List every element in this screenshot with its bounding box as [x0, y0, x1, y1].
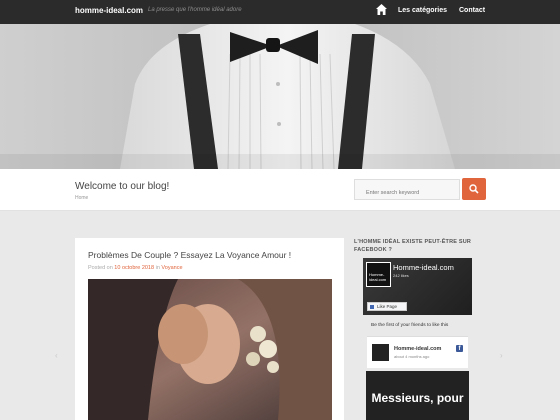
welcome-band: Welcome to our blog! Home [0, 169, 560, 211]
home-icon[interactable] [376, 4, 387, 16]
fb-like-label: Like Page [377, 304, 398, 309]
post-meta-prefix: Posted on [88, 265, 115, 271]
facebook-widget: Homme-ideal.com Homme-ideal.com 242 like… [363, 258, 472, 420]
couple-photo [88, 279, 332, 420]
hero-banner [0, 24, 560, 169]
slider-prev-arrow[interactable]: ‹ [55, 351, 58, 360]
fb-friends-text: Be the first of your friends to like thi… [371, 323, 449, 328]
page-title: Welcome to our blog! [75, 181, 170, 192]
fb-page-name[interactable]: Homme-ideal.com [393, 263, 454, 272]
fb-like-button[interactable]: Like Page [367, 302, 407, 311]
nav-contact[interactable]: Contact [459, 7, 485, 14]
fb-post[interactable]: Homme-ideal.com about 4 months ago f [367, 336, 468, 368]
fb-page-thumbnail[interactable]: Homme-ideal.com [366, 262, 391, 287]
post-meta: Posted on 10 octobre 2018 in Voyance [88, 265, 183, 271]
fb-thumb-text: Homme-ideal.com [369, 272, 387, 282]
post-card: Problèmes De Couple ? Essayez La Voyance… [75, 238, 344, 420]
fb-post-time[interactable]: about 4 months ago [394, 354, 429, 359]
promo-banner[interactable]: Messieurs, pour [366, 371, 469, 420]
site-brand[interactable]: homme-ideal.com [75, 6, 143, 15]
post-image[interactable] [88, 279, 332, 420]
fb-post-name[interactable]: Homme-ideal.com [394, 346, 441, 352]
post-title[interactable]: Problèmes De Couple ? Essayez La Voyance… [88, 250, 291, 260]
fb-cover[interactable]: Homme-ideal.com Homme-ideal.com 242 like… [363, 258, 472, 315]
fb-post-avatar [372, 344, 389, 361]
site-tagline: La presse que l'homme idéal adore [148, 7, 242, 13]
post-date[interactable]: 10 octobre 2018 [114, 265, 154, 271]
sidebar-title: L'HOMME IDÉAL EXISTE PEUT-ÊTRE SUR FACEB… [354, 239, 472, 253]
fb-likes: 242 likes [393, 273, 409, 278]
top-nav: homme-ideal.com La presse que l'homme id… [0, 0, 560, 24]
hero-image [0, 24, 560, 169]
post-category[interactable]: Voyance [161, 265, 182, 271]
nav-categories[interactable]: Les catégories [398, 7, 447, 14]
search-input[interactable] [354, 179, 460, 200]
facebook-icon: f [456, 345, 463, 352]
search-icon [469, 184, 479, 194]
slider-next-arrow[interactable]: › [500, 351, 503, 360]
breadcrumb[interactable]: Home [75, 195, 88, 201]
search-button[interactable] [462, 178, 486, 200]
